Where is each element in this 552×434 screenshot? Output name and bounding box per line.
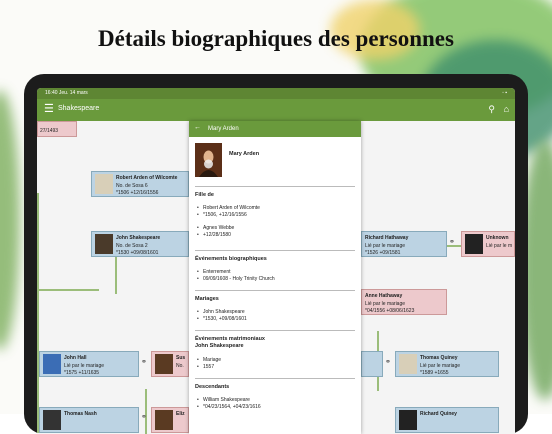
person-photo <box>399 354 417 374</box>
person-card-elizabeth[interactable]: Eliz <box>151 407 189 433</box>
marriage-icon: ⚭ <box>141 414 147 421</box>
divider <box>195 250 355 251</box>
headline: Détails biographiques des personnes <box>98 26 454 51</box>
person-card-john-shakespeare[interactable]: John Shakespeare No. de Sosa 2 *1530 +09… <box>91 231 189 257</box>
person-card-susanna[interactable]: Sus No. <box>151 351 189 377</box>
person-photo <box>155 410 173 430</box>
section-marriages: Mariages <box>195 296 219 302</box>
person-photo <box>43 410 61 430</box>
matrimonial-with: John Shakespeare <box>195 343 244 349</box>
person-card[interactable] <box>361 351 383 377</box>
marriage-icon: ⚭ <box>449 239 455 246</box>
person-icon[interactable]: ⚲ <box>488 104 495 115</box>
status-bar: 16:40 Jeu. 14 mars ◦ ▪ <box>37 88 515 99</box>
divider <box>195 330 355 331</box>
app-bar: ☰ Shakespeare ⚲ ⌂ <box>37 99 515 121</box>
person-card-richard-quiney[interactable]: Richard Quiney <box>395 407 499 433</box>
section-bio-events: Événements biographiques <box>195 256 267 262</box>
divider <box>195 186 355 187</box>
marriage-icon: ⚭ <box>141 359 147 366</box>
portrait-image <box>195 143 222 177</box>
section-descendants: Descendants <box>195 384 230 390</box>
marriage-icon: ⚭ <box>385 359 391 366</box>
menu-icon[interactable]: ☰ <box>44 104 54 115</box>
app-screen: 16:40 Jeu. 14 mars ◦ ▪ ☰ Shakespeare ⚲ ⌂… <box>37 88 515 434</box>
person-name: Mary Arden <box>229 151 260 157</box>
person-card-anne-hathaway[interactable]: Anne Hathaway Lié par le mariage *04/155… <box>361 289 447 315</box>
person-photo <box>95 174 113 194</box>
home-icon[interactable]: ⌂ <box>504 104 509 114</box>
app-title: Shakespeare <box>58 105 100 112</box>
panel-title: Mary Arden <box>208 126 239 132</box>
biography-panel: ← Mary Arden Mary Arden Fille de Robert … <box>189 121 361 434</box>
battery-icon: ◦ ▪ <box>502 90 507 96</box>
section-daughter-of: Fille de <box>195 192 214 198</box>
person-photo <box>155 354 173 374</box>
section-matrimonial-events: Événements matrimoniaux <box>195 336 265 342</box>
person-card-unknown[interactable]: Unknown Lié par le m <box>461 231 515 257</box>
person-photo <box>95 234 113 254</box>
divider <box>195 290 355 291</box>
person-card-thomas-nash[interactable]: Thomas Nash <box>39 407 139 433</box>
tablet-frame: 16:40 Jeu. 14 mars ◦ ▪ ☰ Shakespeare ⚲ ⌂… <box>24 74 528 434</box>
person-card-richard-hathaway[interactable]: Richard Hathaway Lié par le mariage *152… <box>361 231 447 257</box>
coat-of-arms-icon <box>43 354 61 374</box>
panel-header: ← Mary Arden <box>189 121 361 137</box>
person-card-thomas-quiney[interactable]: Thomas Quiney Lié par le mariage *1589 +… <box>395 351 499 377</box>
back-arrow-icon[interactable]: ← <box>194 124 201 131</box>
status-time: 16:40 Jeu. 14 mars <box>45 90 88 96</box>
tree-connector <box>37 193 39 433</box>
person-card-john-hall[interactable]: John Hall Lié par le mariage *1575 +11/1… <box>39 351 139 377</box>
person-card[interactable]: 27/1493 <box>37 121 77 137</box>
person-card-robert-arden[interactable]: Robert Arden of Wilcomte No. de Sosa 6 *… <box>91 171 189 197</box>
person-silhouette-icon <box>465 234 483 254</box>
divider <box>195 378 355 379</box>
tree-connector <box>39 289 99 291</box>
person-photo <box>399 410 417 430</box>
tree-connector <box>145 389 147 434</box>
